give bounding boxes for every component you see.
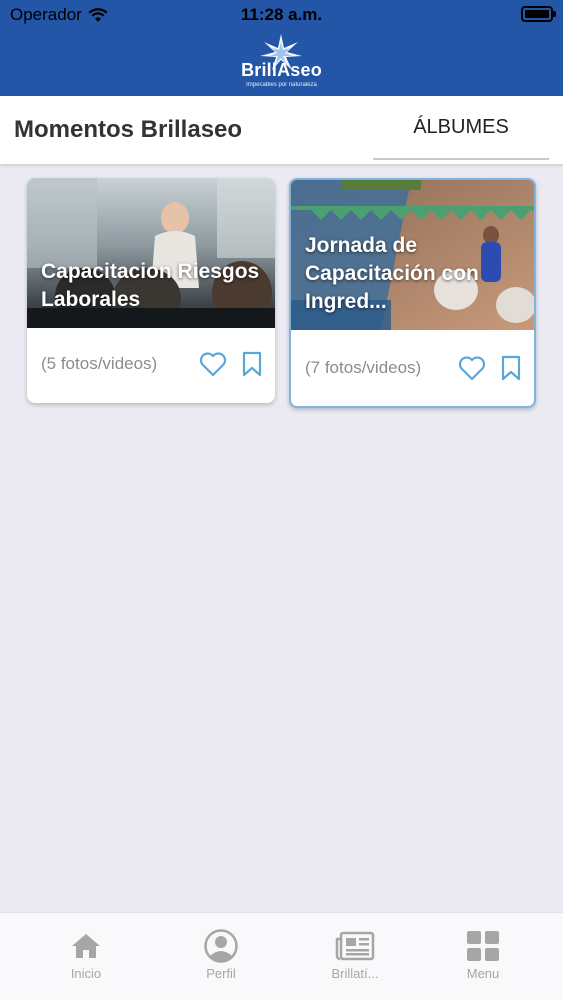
album-card[interactable]: Capacitacion Riesgos Laborales (5 fotos/… — [27, 178, 275, 403]
tab-label: Inicio — [70, 966, 102, 981]
battery-icon — [521, 6, 556, 22]
tab-perfil[interactable]: Perfil — [171, 929, 271, 981]
grid-icon — [467, 931, 499, 961]
heart-icon[interactable] — [199, 351, 227, 377]
tab-label: Brillatí... — [331, 966, 379, 981]
heart-icon[interactable] — [458, 355, 486, 381]
star-logo-icon — [260, 34, 302, 70]
page-title: Momentos Brillaseo — [14, 116, 243, 143]
album-count: (7 fotos/videos) — [305, 358, 422, 377]
bottom-tab-bar: Inicio Perfil Brillatí... Menu — [0, 912, 563, 1000]
tab-label: Menu — [466, 966, 500, 981]
album-title: Capacitacion Riesgos Laborales — [41, 260, 260, 311]
tab-inicio[interactable]: Inicio — [36, 929, 136, 981]
profile-icon — [204, 929, 238, 963]
brand-logo: BrillAseo Impecables por naturaleza — [0, 34, 563, 92]
tab-label: Perfil — [206, 966, 236, 981]
album-card[interactable]: Jornada de Capacitación con Ingred... (7… — [289, 178, 536, 408]
home-icon — [72, 934, 100, 958]
tab-brillati[interactable]: Brillatí... — [305, 929, 405, 981]
album-count: (5 fotos/videos) — [41, 354, 158, 373]
newspaper-icon — [335, 931, 375, 961]
section-titlebar: Momentos Brillaseo ÁLBUMES — [0, 96, 563, 164]
tab-menu[interactable]: Menu — [433, 929, 533, 981]
album-actions — [199, 351, 263, 377]
album-title: Jornada de Capacitación con Ingred... — [305, 234, 479, 313]
status-bar: Operador 11:28 a.m. — [0, 0, 563, 28]
logo-tagline: Impecables por naturaleza — [246, 82, 317, 88]
bookmark-icon[interactable] — [500, 355, 522, 381]
album-actions — [458, 355, 522, 381]
tab-albumes[interactable]: ÁLBUMES — [373, 96, 549, 160]
bookmark-icon[interactable] — [241, 351, 263, 377]
status-time: 11:28 a.m. — [240, 5, 323, 24]
app-header: Operador 11:28 a.m. BrillAseo Impecables… — [0, 0, 563, 96]
